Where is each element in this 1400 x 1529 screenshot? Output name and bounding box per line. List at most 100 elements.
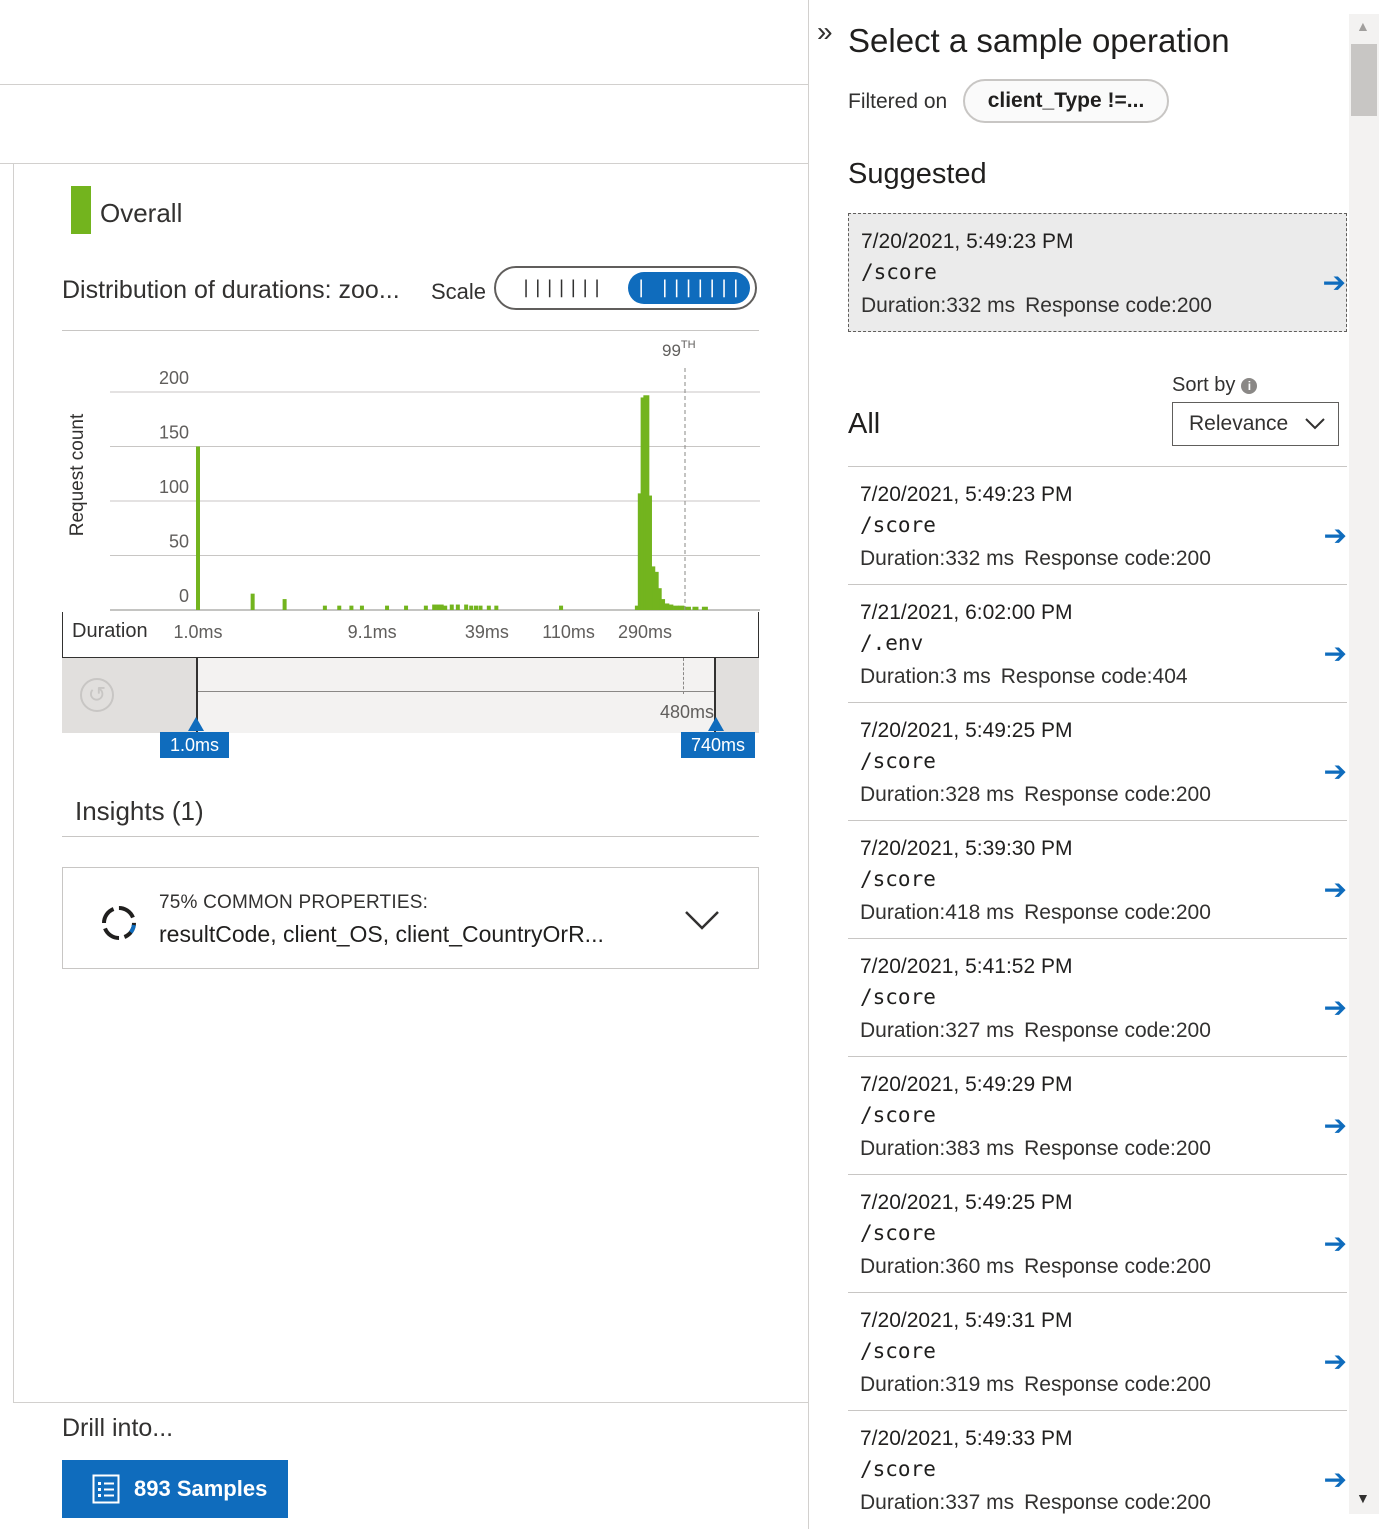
info-icon[interactable]: i — [1241, 377, 1258, 394]
arrow-right-icon[interactable]: ➔ — [1324, 873, 1347, 906]
range-brush-selection[interactable] — [196, 658, 716, 733]
collapse-panel-icon[interactable]: » — [817, 16, 833, 48]
operation-item[interactable]: 7/20/2021, 5:49:29 PM/score Duration:383 … — [848, 1056, 1347, 1174]
operation-date: 7/20/2021, 5:49:33 PM — [860, 1427, 1073, 1450]
right-handle-label[interactable]: 740ms — [681, 732, 756, 758]
arrow-right-icon[interactable]: ➔ — [1323, 266, 1346, 299]
histogram-bar — [282, 599, 287, 610]
response-value: 200 — [1175, 783, 1211, 806]
samples-button[interactable]: 893 Samples — [62, 1460, 288, 1518]
response-label: Response code: — [1024, 547, 1176, 570]
scale-linear-option[interactable]: ||||||| — [502, 272, 622, 304]
operation-meta: Duration:332 ms Response code:200 — [860, 547, 1211, 571]
arrow-right-icon[interactable]: ➔ — [1324, 755, 1347, 788]
legend-label[interactable]: Overall — [100, 198, 182, 229]
operation-item[interactable]: 7/20/2021, 5:39:30 PM/score Duration:418 … — [848, 820, 1347, 938]
histogram-bar — [455, 604, 460, 610]
duration-value: 319 ms — [945, 1373, 1015, 1396]
arrow-right-icon[interactable]: ➔ — [1324, 637, 1347, 670]
histogram-bar — [322, 605, 327, 610]
scale-label: Scale — [431, 279, 487, 304]
operation-name: /score — [860, 1339, 936, 1363]
operation-meta: Duration:332 ms Response code:200 — [861, 294, 1212, 318]
sort-dropdown[interactable]: Relevance — [1172, 402, 1339, 446]
response-label: Response code: — [1024, 1373, 1176, 1396]
histogram-chart[interactable]: 20015010050099TH1.0ms 9.1ms 39ms 110ms 290ms — [0, 330, 808, 650]
suggested-title: Suggested — [848, 158, 987, 190]
duration-label: Duration: — [860, 1491, 946, 1514]
histogram-bar — [678, 605, 685, 610]
duration-label: Duration: — [860, 547, 946, 570]
arrow-right-icon[interactable]: ➔ — [1324, 1227, 1347, 1260]
range-brush-axis — [198, 691, 714, 692]
histogram-bar — [423, 605, 428, 610]
filter-pill[interactable]: client_Type !=... — [963, 79, 1169, 123]
scroll-down-icon[interactable]: ▼ — [1356, 1490, 1370, 1506]
operation-item[interactable]: 7/20/2021, 5:49:25 PM/score Duration:328 … — [848, 702, 1347, 820]
response-value: 200 — [1175, 1373, 1211, 1396]
duration-label: Duration: — [860, 1019, 946, 1042]
operation-name: /score — [860, 513, 936, 537]
operation-item[interactable]: 7/20/2021, 5:49:31 PM/score Duration:319 … — [848, 1292, 1347, 1410]
percentile-label: 99TH — [662, 339, 696, 360]
histogram-bar — [692, 606, 699, 610]
response-label: Response code: — [1024, 1491, 1176, 1514]
response-value: 200 — [1175, 1491, 1211, 1514]
response-value: 404 — [1152, 665, 1188, 688]
operation-meta: Duration:360 ms Response code:200 — [860, 1255, 1211, 1279]
left-handle-icon[interactable] — [188, 717, 204, 731]
operation-item[interactable]: 7/20/2021, 5:49:23 PM/score Duration:332 … — [848, 466, 1347, 584]
operation-date: 7/20/2021, 5:49:23 PM — [860, 483, 1073, 506]
percentile-line-brush — [683, 658, 684, 694]
duration-value: 327 ms — [945, 1019, 1015, 1042]
arrow-right-icon[interactable]: ➔ — [1324, 1345, 1347, 1378]
arrow-right-icon[interactable]: ➔ — [1324, 1109, 1347, 1142]
scrollbar[interactable]: ▲ ▼ — [1349, 14, 1379, 1514]
samples-button-label: 893 Samples — [134, 1476, 268, 1501]
right-panel: » Select a sample operation Filtered on … — [808, 0, 1400, 1529]
response-value: 200 — [1175, 1255, 1211, 1278]
operation-item[interactable]: 7/21/2021, 6:02:00 PM /.env Duration:3 ms R… — [848, 584, 1347, 702]
scale-toggle[interactable]: ||||||| | ||||||| — [494, 266, 757, 310]
sort-by-label: Sort by i — [1172, 374, 1258, 397]
histogram-bar — [464, 604, 469, 610]
legend-swatch — [71, 186, 91, 234]
y-tick-label: 50 — [169, 532, 189, 552]
y-tick-label: 200 — [159, 368, 189, 388]
arrow-right-icon[interactable]: ➔ — [1324, 519, 1347, 552]
chevron-down-icon[interactable] — [683, 908, 721, 932]
duration-value: 332 ms — [946, 294, 1016, 317]
histogram-bar — [449, 604, 454, 610]
all-title: All — [848, 408, 881, 440]
histogram-bar — [469, 605, 474, 610]
operation-item[interactable]: 7/20/2021, 5:49:25 PM/score Duration:360 … — [848, 1174, 1347, 1292]
scroll-up-icon[interactable]: ▲ — [1356, 18, 1370, 34]
divider — [0, 163, 808, 164]
histogram-bar — [684, 606, 691, 610]
divider — [62, 836, 759, 837]
suggested-operation[interactable]: 7/20/2021, 5:49:23 PM /score Duration:33… — [848, 213, 1347, 332]
left-panel: Overall Distribution of durations: zoo..… — [0, 0, 808, 1529]
insight-card[interactable] — [62, 867, 759, 969]
response-label: Response code: — [1024, 1137, 1176, 1160]
operation-item[interactable]: 7/20/2021, 5:49:33 PM/score Duration:337 … — [848, 1410, 1347, 1528]
right-handle-icon[interactable] — [708, 717, 724, 731]
histogram-bar — [196, 446, 200, 610]
scrollbar-thumb[interactable] — [1351, 44, 1377, 116]
brush-range-label: 480ms — [660, 702, 715, 722]
histogram-bar — [667, 604, 674, 610]
y-tick-label: 100 — [159, 477, 189, 497]
insight-heading: 75% COMMON PROPERTIES: — [159, 892, 429, 913]
y-tick-label: 0 — [179, 586, 189, 606]
operation-item[interactable]: 7/20/2021, 5:41:52 PM/score Duration:327 … — [848, 938, 1347, 1056]
operation-meta: Duration:328 ms Response code:200 — [860, 783, 1211, 807]
arrow-right-icon[interactable]: ➔ — [1324, 1463, 1347, 1496]
arrow-right-icon[interactable]: ➔ — [1324, 991, 1347, 1024]
left-handle-label[interactable]: 1.0ms — [160, 732, 230, 758]
response-label: Response code: — [1024, 901, 1176, 924]
histogram-bar — [559, 605, 564, 610]
reset-zoom-icon[interactable]: ↺ — [80, 678, 114, 712]
histogram-bar — [359, 605, 364, 610]
response-label: Response code: — [1000, 665, 1153, 688]
scale-log-option[interactable]: | ||||||| — [628, 272, 750, 304]
